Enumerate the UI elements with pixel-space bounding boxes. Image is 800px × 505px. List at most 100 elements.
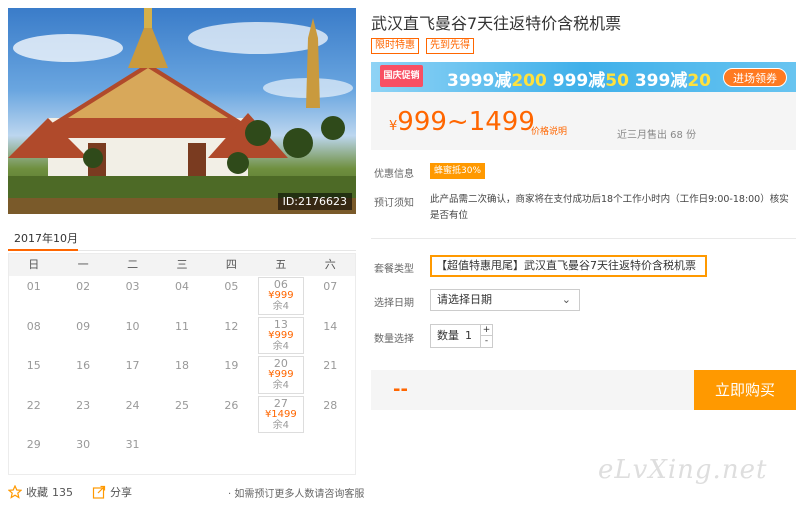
price-value: 999~1499 [397, 107, 535, 137]
calendar-day-available[interactable]: 20 ¥999 余4 [258, 356, 304, 394]
calendar-day: 17 [125, 359, 140, 372]
package-label: 套餐类型 [374, 264, 414, 275]
date-select[interactable]: 请选择日期 ⌄ [430, 289, 580, 311]
price-panel: ¥999~1499 价格说明 近三月售出 68 份 [371, 92, 796, 150]
calendar-day [207, 434, 256, 474]
day-price: ¥999 [268, 290, 294, 301]
calendar-day: 09 [76, 319, 91, 333]
calendar-day-available[interactable]: 06 ¥999 余4 [258, 277, 304, 315]
calendar-day: 10 [125, 319, 140, 333]
date-label: 选择日期 [374, 298, 414, 309]
day-number: 13 [273, 317, 288, 331]
calendar-day: 12 [224, 319, 239, 333]
discount-label: 优惠信息 [374, 169, 414, 180]
purchase-bar: -- 立即购买 [371, 370, 796, 410]
claim-coupon-button[interactable]: 进场领券 [723, 68, 787, 87]
calendar-day: 14 [323, 319, 338, 333]
product-photo[interactable]: ID:2176623 [8, 8, 356, 214]
calendar-day: 24 [125, 398, 140, 412]
quantity-value: 1 [465, 329, 472, 342]
notice-label: 预订须知 [374, 198, 414, 209]
offer-2-amount: 50 [605, 71, 629, 91]
sold-count: 近三月售出 68 份 [617, 130, 697, 141]
calendar-day [256, 434, 305, 474]
share-button[interactable]: 分享 [92, 484, 132, 500]
calendar: 日一二三四五六 01 02 03 04 05 06 ¥999 余4 07 08 09 10 11 12 13… [8, 253, 356, 475]
section-divider [371, 238, 796, 239]
calendar-day: 29 [26, 438, 41, 451]
offer-1-amount: 200 [511, 71, 547, 91]
quantity-label: 数量选择 [374, 334, 414, 345]
calendar-month-active-indicator [8, 249, 78, 251]
promo-offers: 3999减200 999减50 399减20 [447, 66, 711, 91]
day-remaining: 余4 [272, 340, 290, 352]
quantity-stepper[interactable]: 数量 1 + - [430, 324, 493, 348]
calendar-day: 18 [174, 359, 189, 372]
calendar-day: 01 [26, 280, 41, 293]
temple-illustration [8, 8, 356, 214]
day-price: ¥999 [268, 329, 294, 341]
share-label: 分享 [110, 486, 132, 499]
calendar-day: 04 [174, 280, 189, 293]
offer-3-amount: 20 [687, 71, 712, 91]
calendar-day-available[interactable]: 13 ¥999 余4 [258, 316, 304, 354]
price-explanation-link[interactable]: 价格说明 [531, 124, 567, 137]
weekday-label: 四 [225, 258, 237, 271]
offer-3-base: 399减 [634, 71, 688, 91]
weekday-label: 六 [324, 258, 336, 271]
calendar-day: 03 [125, 280, 140, 293]
chevron-down-icon: ⌄ [561, 293, 571, 306]
day-number: 06 [273, 278, 288, 291]
calendar-day: 07 [323, 280, 338, 293]
product-tags: 限时特惠 先到先得 [371, 38, 474, 54]
package-option[interactable]: 【超值特惠甩尾】武汉直飞曼谷7天往返特价含税机票 [430, 255, 707, 277]
calendar-day [157, 434, 206, 474]
buy-now-button[interactable]: 立即购买 [694, 370, 796, 410]
offer-2-base: 999减 [552, 71, 606, 91]
calendar-day: 28 [323, 398, 338, 412]
calendar-day: 31 [125, 438, 140, 451]
price-range: ¥999~1499 [389, 107, 535, 137]
weekday-label: 二 [127, 258, 139, 271]
calendar-day [306, 434, 355, 474]
discount-badge: 蜂蜜抵30% [430, 163, 486, 179]
promo-tag: 限时特惠 [371, 38, 419, 54]
quantity-buttons: + - [480, 325, 492, 347]
calendar-day: 21 [323, 359, 338, 372]
calendar-month[interactable]: 2017年10月 [14, 230, 78, 246]
calendar-day: 30 [76, 438, 91, 451]
calendar-grid: 01 02 03 04 05 06 ¥999 余4 07 08 09 10 11 12 13 ¥999 余4 14… [9, 276, 355, 474]
calendar-day: 25 [174, 398, 189, 412]
photo-id-label: ID:2176623 [277, 193, 352, 210]
day-remaining: 余4 [272, 301, 290, 312]
weekday-label: 三 [176, 258, 188, 271]
contact-tip: · 如需预订更多人数请咨询客服 [228, 489, 365, 500]
calendar-day: 15 [26, 359, 41, 372]
quantity-prefix: 数量 [437, 329, 459, 342]
favorite-button[interactable]: 收藏 135 [8, 484, 73, 500]
promo-banner[interactable]: 国庆促销 3999减200 999减50 399减20 进场领券 [371, 62, 796, 92]
quantity-decrement-button[interactable]: - [481, 336, 492, 347]
site-watermark: eLvXing.net [598, 455, 768, 485]
day-remaining: 余4 [272, 380, 290, 391]
calendar-day: 08 [26, 319, 41, 333]
calendar-day: 22 [26, 398, 41, 412]
offer-1-base: 3999减 [447, 71, 512, 91]
quantity-increment-button[interactable]: + [481, 325, 492, 336]
day-price: ¥1499 [264, 408, 297, 420]
calendar-day: 11 [174, 319, 189, 333]
favorite-count: 135 [52, 485, 73, 499]
day-number: 27 [273, 396, 288, 410]
calendar-day-available[interactable]: 27 ¥1499 余4 [258, 395, 304, 433]
calendar-weekday-row: 日一二三四五六 [9, 254, 355, 276]
favorite-label: 收藏 [26, 486, 48, 499]
product-title: 武汉直飞曼谷7天往返特价含税机票 [371, 14, 622, 33]
day-price: ¥999 [268, 369, 294, 380]
weekday-label: 日 [28, 258, 40, 271]
day-remaining: 余4 [272, 419, 290, 431]
day-number: 20 [273, 357, 288, 370]
date-select-value: 请选择日期 [437, 293, 492, 306]
weekday-label: 五 [275, 258, 287, 271]
calendar-day: 26 [224, 398, 239, 412]
share-icon [92, 485, 106, 499]
